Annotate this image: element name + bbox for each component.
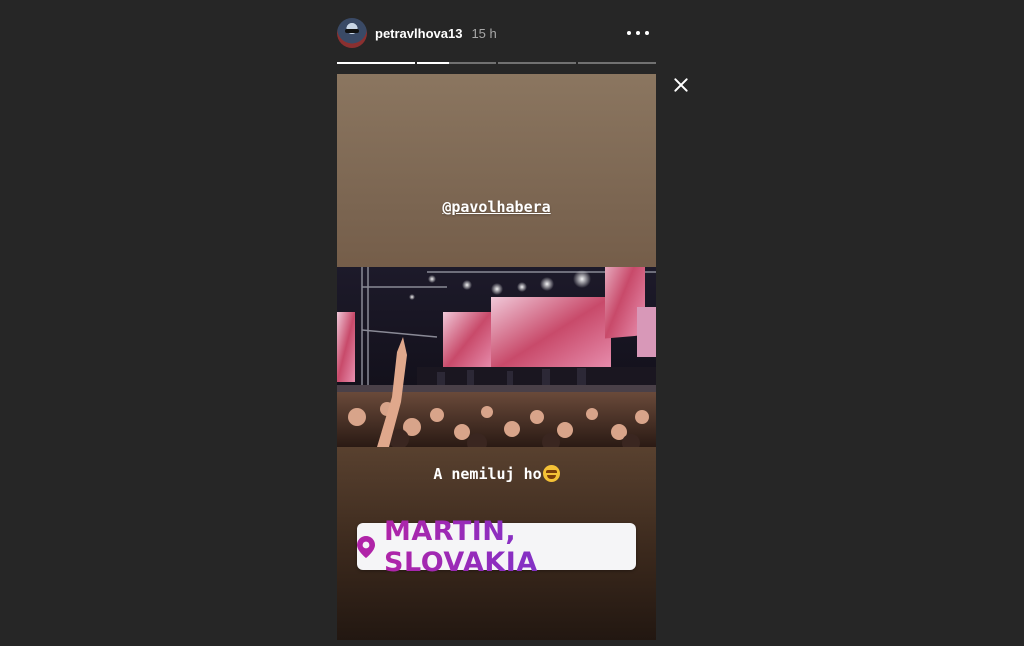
location-pin-icon: [357, 535, 375, 558]
progress-segment: [577, 62, 656, 64]
avatar[interactable]: [337, 18, 367, 48]
concert-photo: [337, 267, 656, 447]
location-sticker[interactable]: MARTIN, SLOVAKIA: [357, 516, 636, 578]
post-time: 15 h: [471, 25, 497, 41]
story-caption: A nemiluj ho: [337, 465, 656, 483]
more-options-icon[interactable]: [627, 24, 649, 42]
story-progress-bar: [337, 62, 656, 64]
progress-segment: [417, 62, 496, 64]
username[interactable]: petravlhova13: [375, 26, 462, 41]
story-header: petravlhova13 15 h: [337, 18, 657, 48]
close-icon[interactable]: [671, 75, 691, 95]
location-name: MARTIN, SLOVAKIA: [384, 516, 636, 578]
progress-segment: [497, 62, 576, 64]
mention-link[interactable]: @pavolhabera: [337, 198, 656, 216]
progress-segment: [337, 62, 416, 64]
caption-text: A nemiluj ho: [433, 465, 542, 483]
star-struck-emoji-icon: [542, 465, 560, 482]
story-content[interactable]: @pavolhabera A nemiluj ho MARTIN, SLOVAK…: [337, 74, 656, 640]
